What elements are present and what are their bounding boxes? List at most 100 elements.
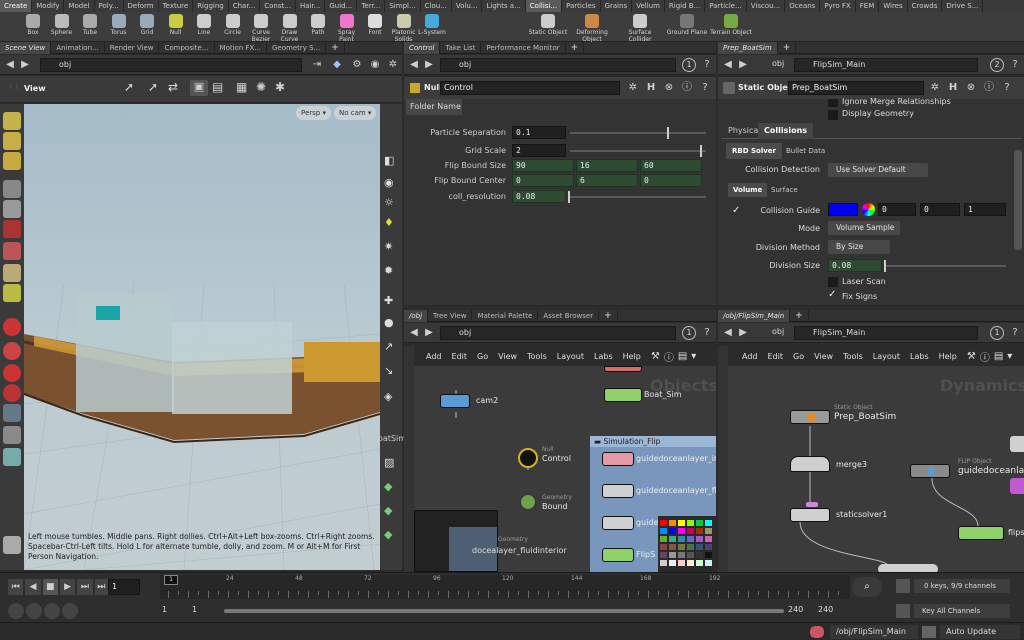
color-swatch[interactable] bbox=[696, 520, 703, 526]
cube-icon[interactable]: ◆ bbox=[330, 58, 344, 72]
view-arrow-icon[interactable]: ⇄ bbox=[168, 80, 184, 96]
param-vector-field[interactable]: 0 bbox=[640, 174, 702, 187]
param-vector-field[interactable]: 90 bbox=[512, 159, 574, 172]
camera-icon[interactable]: ▣ bbox=[190, 80, 208, 96]
color-swatch[interactable] bbox=[678, 560, 685, 566]
frame-ruler[interactable]: 1 24 48 72 96 120 144 168 192 bbox=[160, 575, 850, 599]
pin-icon[interactable]: ⇥ bbox=[310, 58, 324, 72]
gear-icon[interactable]: ✲ bbox=[626, 81, 640, 95]
color-swatch[interactable] bbox=[696, 544, 703, 550]
menu-go[interactable]: Go bbox=[477, 352, 488, 361]
speed-icon[interactable] bbox=[44, 603, 60, 619]
shelf-tool-10[interactable]: Path bbox=[303, 14, 333, 36]
dropdown-icon[interactable]: ▾ bbox=[1007, 351, 1012, 362]
color-swatch[interactable] bbox=[660, 528, 667, 534]
forward-arrow-icon[interactable]: ▶ bbox=[736, 326, 750, 340]
pin-display-icon[interactable]: ✚ bbox=[384, 294, 398, 308]
shelf-tool-0[interactable]: Box bbox=[18, 14, 48, 36]
help-icon[interactable]: ? bbox=[700, 326, 714, 340]
shelf-tab-10[interactable]: Guid... bbox=[325, 0, 358, 12]
color-swatch[interactable] bbox=[669, 536, 676, 542]
info-icon[interactable]: ⓘ bbox=[680, 81, 694, 95]
node-name-field[interactable]: Prep_BoatSim bbox=[788, 81, 924, 95]
staticsolver1-node[interactable] bbox=[790, 508, 830, 522]
param-field[interactable]: 2 bbox=[512, 144, 566, 157]
tab-2[interactable]: Render View bbox=[105, 42, 160, 54]
grid-icon[interactable]: ▤ bbox=[678, 351, 687, 362]
merge3-node[interactable] bbox=[790, 456, 830, 472]
offscreen-node[interactable] bbox=[1010, 436, 1024, 452]
persp-menu[interactable]: Persp ▾ bbox=[296, 106, 331, 120]
help-icon[interactable]: ? bbox=[700, 58, 714, 72]
tools-icon[interactable]: ⚙ bbox=[350, 58, 364, 72]
param-slider-knob[interactable] bbox=[667, 127, 670, 139]
gear-icon[interactable]: ✲ bbox=[928, 81, 942, 95]
shelf-tool2-0[interactable]: Static Object bbox=[528, 14, 568, 36]
color-swatch[interactable] bbox=[678, 536, 685, 542]
display-options-icon[interactable]: ◧ bbox=[384, 154, 398, 168]
param-vector-field[interactable]: 6 bbox=[576, 174, 638, 187]
node-top-cut[interactable] bbox=[604, 366, 642, 372]
help-icon[interactable]: ? bbox=[698, 81, 712, 95]
step-forward-icon[interactable]: ⏭ bbox=[77, 579, 93, 595]
network-box-title[interactable]: ▬ Simulation_Flip bbox=[590, 436, 716, 447]
arrow-display-icon[interactable]: ↗ bbox=[384, 340, 398, 354]
right-node-path[interactable]: FlipSim_Main bbox=[794, 58, 978, 72]
laser-scan-checkbox[interactable] bbox=[828, 277, 838, 287]
tab-4[interactable]: Motion FX... bbox=[215, 42, 267, 54]
shelf-tab-8[interactable]: Const... bbox=[260, 0, 296, 12]
dropdown-icon[interactable]: ▾ bbox=[691, 351, 696, 362]
shelf-tool-7[interactable]: Circle bbox=[218, 14, 248, 36]
lock-icon[interactable] bbox=[3, 200, 21, 218]
snap-tool-icon[interactable] bbox=[3, 264, 21, 282]
info-icon[interactable] bbox=[3, 426, 21, 444]
status-path[interactable]: /obj/FlipSim_Main bbox=[830, 625, 918, 639]
tab-1[interactable]: Animation... bbox=[51, 42, 105, 54]
color-swatch[interactable] bbox=[660, 536, 667, 542]
jump-end-icon[interactable]: ⏭ bbox=[94, 579, 108, 595]
shelf-tab-22[interactable]: Viscou... bbox=[747, 0, 786, 12]
color-swatch[interactable] bbox=[705, 536, 712, 542]
back-arrow-icon[interactable]: ◀ bbox=[407, 326, 421, 340]
tab-0[interactable]: /obj bbox=[404, 310, 429, 322]
pane-link-number[interactable]: 1 bbox=[990, 326, 1004, 340]
tab-surface[interactable]: Surface bbox=[766, 183, 803, 197]
prep-boatsim-node[interactable] bbox=[790, 410, 830, 424]
param-slider[interactable] bbox=[570, 196, 706, 198]
display-geometry-checkbox[interactable] bbox=[828, 110, 838, 120]
shelf-tab-13[interactable]: Clou... bbox=[421, 0, 452, 12]
guided-ocean-node[interactable] bbox=[602, 516, 634, 530]
menu-help[interactable]: Help bbox=[623, 352, 641, 361]
view-tool-icon[interactable] bbox=[3, 284, 21, 302]
bottom-node[interactable] bbox=[878, 564, 938, 572]
param-vector-field[interactable]: 60 bbox=[640, 159, 702, 172]
shelf-tool2-2[interactable]: Surface Collider bbox=[620, 14, 660, 43]
bound-node[interactable] bbox=[520, 494, 536, 510]
right-path-obj[interactable]: obj bbox=[754, 58, 790, 72]
tab-0[interactable]: Prep_BoatSim bbox=[718, 42, 778, 54]
color-swatch[interactable] bbox=[660, 520, 667, 526]
shelf-tab-17[interactable]: Particles bbox=[562, 0, 601, 12]
reference-icon[interactable]: ⊗ bbox=[964, 81, 978, 95]
menu-add[interactable]: Add bbox=[426, 352, 442, 361]
menu-help[interactable]: Help bbox=[939, 352, 957, 361]
guide-g-field[interactable]: 0 bbox=[920, 203, 960, 216]
display-green3-icon[interactable]: ◆ bbox=[384, 528, 398, 542]
shelf-tool-3[interactable]: Torus bbox=[104, 14, 134, 36]
color-swatch[interactable] bbox=[669, 528, 676, 534]
color-swatch[interactable] bbox=[678, 552, 685, 558]
node-name-field[interactable]: Control bbox=[440, 81, 620, 95]
shelf-tool-9[interactable]: Draw Curve bbox=[275, 14, 305, 43]
light-icon[interactable]: ✺ bbox=[256, 80, 272, 96]
back-arrow-icon[interactable]: ◀ bbox=[721, 58, 735, 72]
bulb-icon[interactable]: ♦ bbox=[384, 216, 398, 230]
magnet-icon[interactable] bbox=[3, 318, 21, 336]
eye-icon[interactable]: ◉ bbox=[368, 58, 382, 72]
loop-icon[interactable] bbox=[26, 603, 42, 619]
shelf-tab-1[interactable]: Modify bbox=[32, 0, 65, 12]
color-swatch[interactable] bbox=[696, 528, 703, 534]
info-icon[interactable]: ⓘ bbox=[980, 349, 990, 364]
keys-channels-info[interactable]: 0 keys, 9/9 channels bbox=[914, 579, 1010, 593]
menu-view[interactable]: View bbox=[498, 352, 517, 361]
range-slider[interactable] bbox=[224, 609, 784, 613]
